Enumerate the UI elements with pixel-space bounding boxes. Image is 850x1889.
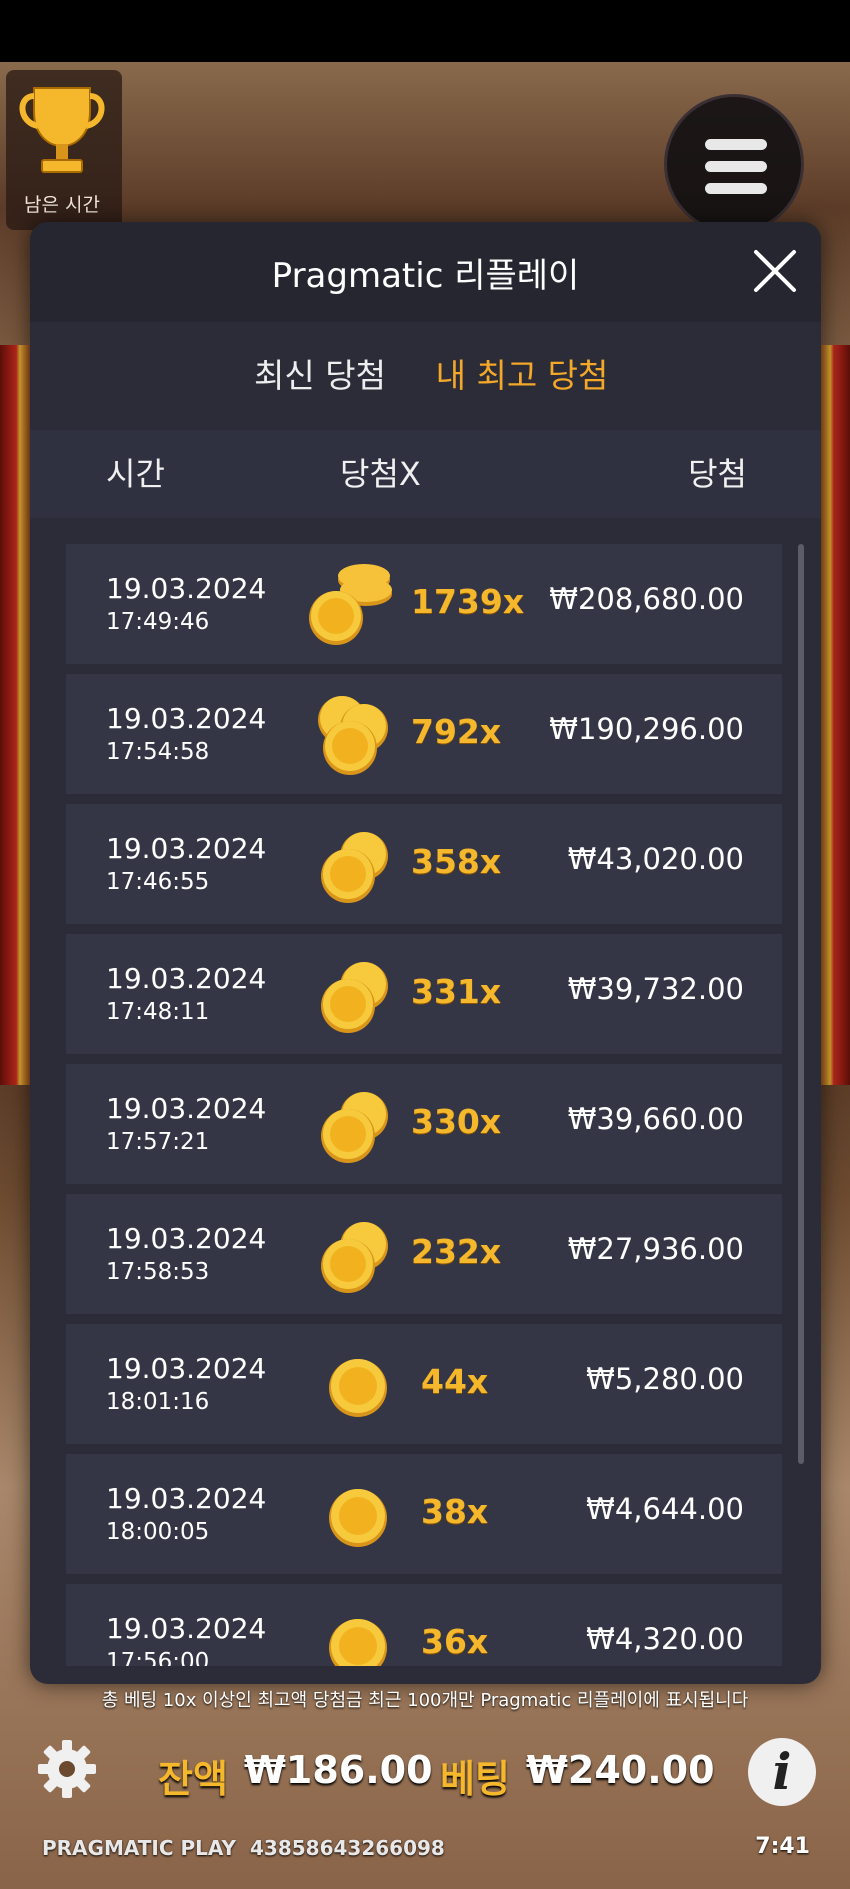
column-multiplier: 당첨X xyxy=(340,455,421,493)
bet-label: 베팅 xyxy=(440,1757,510,1801)
game-clock: 7:41 xyxy=(755,1834,810,1859)
replay-note: 총 베팅 10x 이상인 최고액 당첨금 최근 100개만 Pragmatic … xyxy=(101,1690,749,1711)
column-time: 시간 xyxy=(106,455,165,493)
win-row[interactable]: 19.03.2024 17:49:46 1739x ₩208,680.00 xyxy=(66,544,782,664)
row-multiplier: 330x xyxy=(411,1102,502,1141)
row-multiplier: 44x xyxy=(421,1362,489,1401)
win-row[interactable]: 19.03.2024 17:46:55 358x ₩43,020.00 xyxy=(66,804,782,924)
coin-single-icon xyxy=(329,1359,387,1417)
row-date: 19.03.2024 xyxy=(106,1352,267,1385)
row-multiplier: 36x xyxy=(421,1622,489,1661)
info-icon: i xyxy=(772,1742,792,1801)
bet-value[interactable]: ₩240.00 xyxy=(526,1748,715,1792)
coin-pair-icon xyxy=(321,1092,388,1163)
row-win-amount: ₩5,280.00 xyxy=(586,1362,744,1396)
row-multiplier: 331x xyxy=(411,972,502,1011)
row-multiplier: 1739x xyxy=(411,582,525,621)
win-row[interactable]: 19.03.2024 17:58:53 232x ₩27,936.00 xyxy=(66,1194,782,1314)
win-row[interactable]: 19.03.2024 18:00:05 38x ₩4,644.00 xyxy=(66,1454,782,1574)
row-date: 19.03.2024 xyxy=(106,702,267,735)
row-date: 19.03.2024 xyxy=(106,832,267,865)
row-win-amount: ₩4,644.00 xyxy=(586,1492,744,1526)
row-win-amount: ₩27,936.00 xyxy=(567,1232,744,1266)
row-time: 17:58:53 xyxy=(106,1259,210,1285)
coin-pair-icon xyxy=(321,1222,388,1293)
win-row[interactable]: 19.03.2024 17:57:21 330x ₩39,660.00 xyxy=(66,1064,782,1184)
tab-my-best-wins[interactable]: 내 최고 당첨 xyxy=(432,322,612,430)
row-date: 19.03.2024 xyxy=(106,572,267,605)
settings-gear-icon[interactable] xyxy=(34,1736,100,1802)
coin-single-icon xyxy=(329,1619,387,1666)
column-win: 당첨 xyxy=(688,455,747,493)
round-id: 43858643266098 xyxy=(250,1836,445,1860)
coin-stack-medium-icon xyxy=(318,696,388,775)
row-win-amount: ₩39,732.00 xyxy=(567,972,744,1006)
row-multiplier: 792x xyxy=(411,712,502,751)
coin-pair-icon xyxy=(321,832,388,903)
row-time: 17:48:11 xyxy=(106,999,210,1025)
remaining-time-label: 남은 시간 xyxy=(24,194,100,216)
scrollbar[interactable] xyxy=(798,544,804,1464)
win-row[interactable]: 19.03.2024 17:48:11 331x ₩39,732.00 xyxy=(66,934,782,1054)
modal-title: Pragmatic 리플레이 xyxy=(271,256,580,296)
row-win-amount: ₩39,660.00 xyxy=(567,1102,744,1136)
coin-stack-large-icon xyxy=(309,564,392,645)
info-button[interactable]: i xyxy=(748,1738,816,1806)
row-win-amount: ₩208,680.00 xyxy=(549,582,744,616)
row-time: 17:49:46 xyxy=(106,609,210,635)
win-row[interactable]: 19.03.2024 17:54:58 792x ₩190,296.00 xyxy=(66,674,782,794)
row-time: 17:57:21 xyxy=(106,1129,210,1155)
replay-modal: Pragmatic 리플레이 최신 당첨 내 최고 당첨 시간 당첨X 당첨 1… xyxy=(30,222,821,1684)
win-row[interactable]: 19.03.2024 18:01:16 44x ₩5,280.00 xyxy=(66,1324,782,1444)
column-header: 시간 당첨X 당첨 xyxy=(30,430,821,518)
row-multiplier: 38x xyxy=(421,1492,489,1531)
row-date: 19.03.2024 xyxy=(106,1222,267,1255)
row-multiplier: 358x xyxy=(411,842,502,881)
row-time: 17:46:55 xyxy=(106,869,210,895)
row-date: 19.03.2024 xyxy=(106,1482,267,1515)
modal-header: Pragmatic 리플레이 xyxy=(30,222,821,322)
row-time: 18:00:05 xyxy=(106,1519,210,1545)
tab-bar: 최신 당첨 내 최고 당첨 xyxy=(30,322,821,528)
menu-button[interactable] xyxy=(664,94,804,234)
balance-value: ₩186.00 xyxy=(244,1748,433,1792)
row-date: 19.03.2024 xyxy=(106,1612,267,1645)
row-win-amount: ₩190,296.00 xyxy=(549,712,744,746)
coin-single-icon xyxy=(329,1489,387,1547)
coin-pair-icon xyxy=(321,962,388,1033)
brand-label: PRAGMATIC PLAY xyxy=(42,1836,236,1860)
row-date: 19.03.2024 xyxy=(106,1092,267,1125)
row-time: 17:54:58 xyxy=(106,739,210,765)
trophy-icon xyxy=(19,87,105,173)
row-win-amount: ₩43,020.00 xyxy=(567,842,744,876)
row-date: 19.03.2024 xyxy=(106,962,267,995)
row-multiplier: 232x xyxy=(411,1232,502,1271)
row-time: 18:01:16 xyxy=(106,1389,210,1415)
row-time: 17:56:00 xyxy=(106,1649,210,1666)
tab-latest-wins[interactable]: 최신 당첨 xyxy=(225,322,415,430)
wins-list[interactable]: 19.03.2024 17:49:46 1739x ₩208,680.00 19… xyxy=(30,518,821,1666)
win-row[interactable]: 19.03.2024 17:56:00 36x ₩4,320.00 xyxy=(66,1584,782,1666)
balance-label: 잔액 xyxy=(158,1757,228,1801)
row-win-amount: ₩4,320.00 xyxy=(586,1622,744,1656)
close-icon[interactable] xyxy=(750,246,800,296)
